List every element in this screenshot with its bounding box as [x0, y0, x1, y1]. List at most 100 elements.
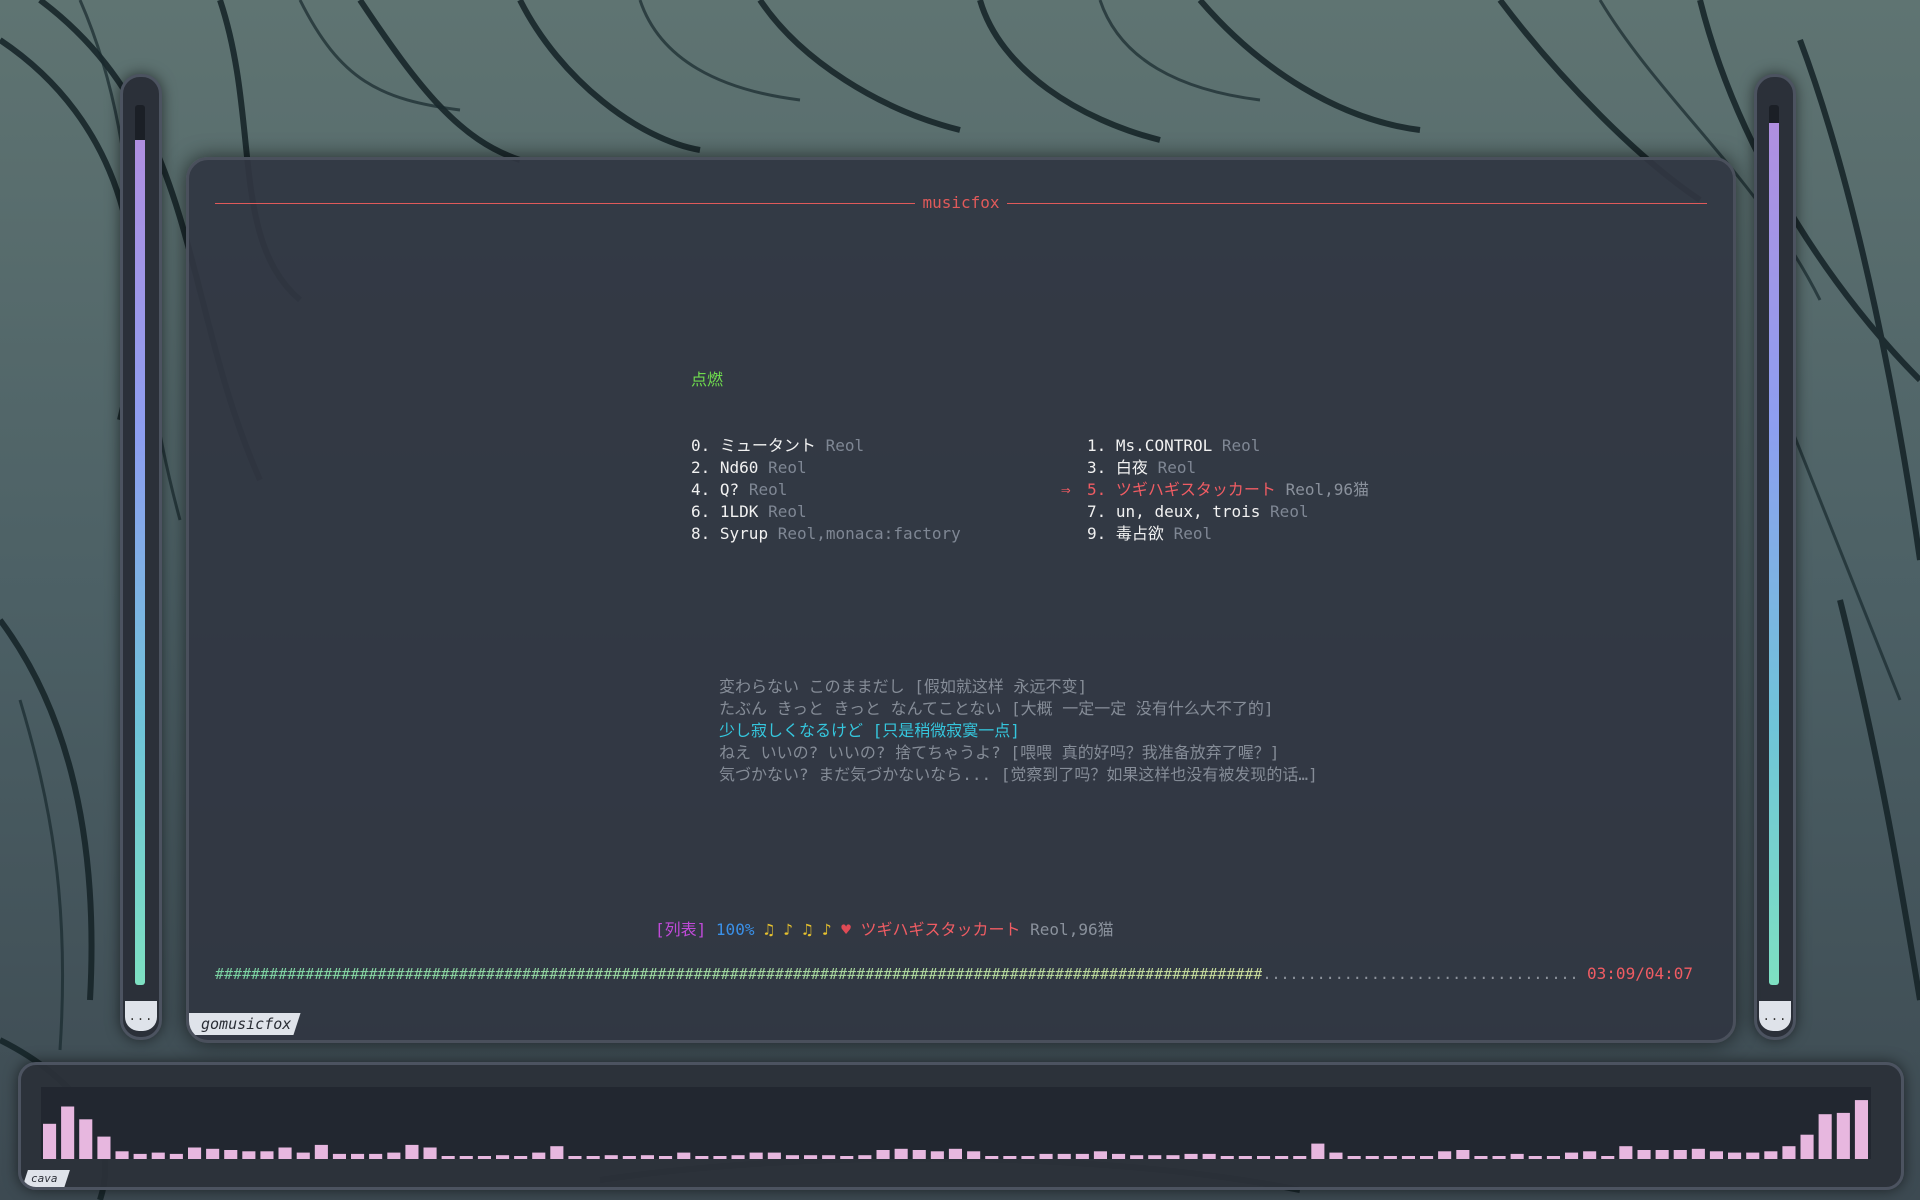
selection-cursor-icon: ⇒	[1061, 480, 1071, 499]
cava-bar	[296, 1152, 310, 1159]
cava-bar	[115, 1151, 129, 1159]
cava-bar	[1474, 1156, 1488, 1159]
music-note-icon: ♪	[783, 920, 794, 939]
song-item[interactable]: 4. Q? Reol	[691, 479, 787, 501]
song-item[interactable]: 8. Syrup Reol,monaca:factory	[691, 523, 961, 545]
cava-bar	[1583, 1151, 1597, 1159]
cava-bar	[1854, 1100, 1868, 1159]
song-index: 0.	[691, 436, 711, 455]
cava-bar	[550, 1146, 564, 1159]
cava-bar	[1655, 1150, 1669, 1159]
song-name: ツギハギスタッカート	[1115, 480, 1276, 499]
cava-bar	[767, 1152, 781, 1159]
song-item[interactable]: 6. 1LDK Reol	[691, 501, 807, 523]
app-title: musicfox	[922, 193, 1000, 212]
cava-bar	[586, 1156, 600, 1159]
song-name: 1LDK	[719, 502, 759, 521]
right-volume-meter: ...	[1754, 74, 1796, 1040]
cava-bar	[97, 1136, 111, 1159]
song-name: Ms.CONTROL	[1115, 436, 1213, 455]
cava-bar	[441, 1156, 455, 1159]
cava-bar	[532, 1152, 546, 1159]
cava-bar	[912, 1150, 926, 1159]
musicfox-terminal-window[interactable]: musicfox 点燃 0. ミュータント Reol 2. Nd60 Reol …	[186, 157, 1736, 1043]
song-index: 3.	[1087, 458, 1107, 477]
progress-bar[interactable]: ########################################…	[215, 963, 1585, 985]
cava-bar	[967, 1151, 981, 1159]
cava-bar	[1202, 1153, 1216, 1159]
song-artist: Reol,monaca:factory	[777, 524, 961, 543]
cava-bar	[332, 1153, 346, 1159]
song-index: 2.	[691, 458, 711, 477]
cava-bar	[1746, 1152, 1760, 1159]
cava-bar	[1673, 1150, 1687, 1159]
song-artist: Reol	[768, 502, 807, 521]
song-artist: Reol	[1270, 502, 1309, 521]
cava-visualizer-window[interactable]: cava	[18, 1062, 1904, 1190]
cava-bar	[423, 1147, 437, 1159]
song-item[interactable]: 0. ミュータント Reol	[691, 435, 864, 457]
cava-bar	[985, 1156, 999, 1159]
cava-bar	[260, 1151, 274, 1159]
cava-bar	[1691, 1148, 1705, 1159]
cava-bar	[876, 1150, 890, 1159]
cava-spectrum	[43, 1100, 1868, 1159]
window-tab-label[interactable]: gomusicfox	[201, 1012, 291, 1036]
cava-bar	[1148, 1155, 1162, 1159]
cava-bar	[188, 1147, 202, 1159]
song-artist: Reol	[1173, 524, 1213, 543]
song-item[interactable]: 2. Nd60 Reol	[691, 457, 807, 479]
cava-bar	[1093, 1151, 1107, 1159]
cava-bar	[604, 1155, 618, 1159]
cava-bar	[459, 1156, 473, 1159]
song-item[interactable]: 7. un, deux, trois Reol	[1087, 501, 1309, 523]
cava-bar	[1075, 1153, 1089, 1159]
cava-bar	[1492, 1156, 1506, 1159]
now-playing-artist: Reol,96猫	[1030, 920, 1114, 939]
cava-bar	[622, 1156, 636, 1159]
cava-bar	[659, 1156, 673, 1159]
cava-bar	[351, 1153, 365, 1159]
cava-bar	[151, 1152, 165, 1159]
cava-bar	[1311, 1143, 1325, 1159]
cava-bar	[133, 1153, 147, 1159]
cava-bar	[1003, 1156, 1017, 1159]
cava-bar	[1347, 1156, 1361, 1159]
song-item[interactable]: 3. 白夜 Reol	[1087, 457, 1196, 479]
left-meter-track	[135, 105, 145, 985]
progress-played: ########################################…	[215, 965, 1263, 983]
song-index: 9.	[1087, 524, 1107, 543]
cava-bar	[1800, 1134, 1814, 1159]
play-mode[interactable]: [列表]	[655, 920, 706, 939]
cava-bar	[749, 1152, 763, 1159]
cava-bar	[1166, 1155, 1180, 1159]
song-index: 7.	[1087, 502, 1107, 521]
cava-bar	[894, 1148, 908, 1159]
heart-icon[interactable]: ♥	[841, 920, 851, 939]
song-item-selected[interactable]: 5. ツギハギスタッカート Reol,96猫	[1087, 479, 1369, 501]
cava-bar	[43, 1123, 57, 1159]
cava-bar	[206, 1148, 220, 1159]
cava-bar	[387, 1152, 401, 1159]
music-note-icon: ♫	[764, 920, 774, 939]
lyric-line: ねえ いいの? いいの? 捨てちゃうよ? [喂喂 真的好吗？我准备放弃了喔？]	[719, 743, 1280, 762]
right-meter-cap: ...	[1759, 1001, 1791, 1031]
playback-time: 03:09/04:07	[1587, 964, 1693, 983]
cava-bar	[1601, 1156, 1615, 1159]
cava-bar	[496, 1155, 510, 1159]
music-note-icon: ♪	[821, 920, 832, 939]
song-item[interactable]: 9. 毒占欲 Reol	[1087, 523, 1212, 545]
cava-bar	[1112, 1153, 1126, 1159]
cava-bar	[1275, 1156, 1289, 1159]
cava-bar	[1818, 1114, 1832, 1159]
cava-bar	[1420, 1156, 1434, 1159]
now-playing-title: ツギハギスタッカート	[860, 920, 1021, 939]
song-name: Syrup	[719, 524, 769, 543]
song-index: 1.	[1087, 436, 1107, 455]
cava-bar	[1764, 1151, 1778, 1159]
song-artist: Reol	[1221, 436, 1261, 455]
song-item[interactable]: 1. Ms.CONTROL Reol	[1087, 435, 1260, 457]
cava-bar	[278, 1147, 292, 1159]
cava-bar	[1257, 1156, 1271, 1159]
cava-bar	[1782, 1146, 1796, 1159]
